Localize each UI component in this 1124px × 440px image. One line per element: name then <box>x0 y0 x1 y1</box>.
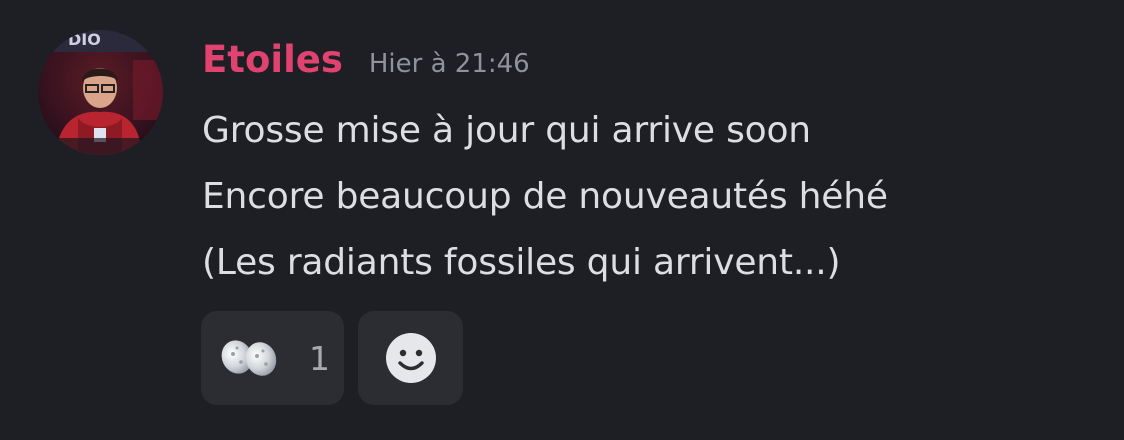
message-line: Encore beaucoup de nouveautés héhé <box>202 176 888 217</box>
timestamp: Hier à 21:46 <box>368 49 530 79</box>
reaction-fossil-button[interactable]: 1 <box>201 311 344 405</box>
svg-text:DIO: DIO <box>68 30 101 49</box>
reaction-count: 1 <box>309 338 330 378</box>
chat-message: DIO Etoiles Hier à 21:46 Grosse mise à j… <box>0 0 1124 440</box>
username[interactable]: Etoiles <box>202 38 343 81</box>
message-content: Grosse mise à jour qui arrive soon Encor… <box>202 98 1102 296</box>
avatar-image: DIO <box>38 30 163 155</box>
add-reaction-button[interactable] <box>358 311 463 405</box>
smiley-face-icon <box>385 333 436 383</box>
fossil-stones-emoji-icon <box>221 340 277 376</box>
message-line: (Les radiants fossiles qui arrivent...) <box>202 242 841 283</box>
message-header: Etoiles Hier à 21:46 <box>202 38 530 88</box>
reactions-bar: 1 <box>201 311 463 405</box>
message-line: Grosse mise à jour qui arrive soon <box>202 110 811 151</box>
user-avatar[interactable]: DIO <box>38 30 163 155</box>
